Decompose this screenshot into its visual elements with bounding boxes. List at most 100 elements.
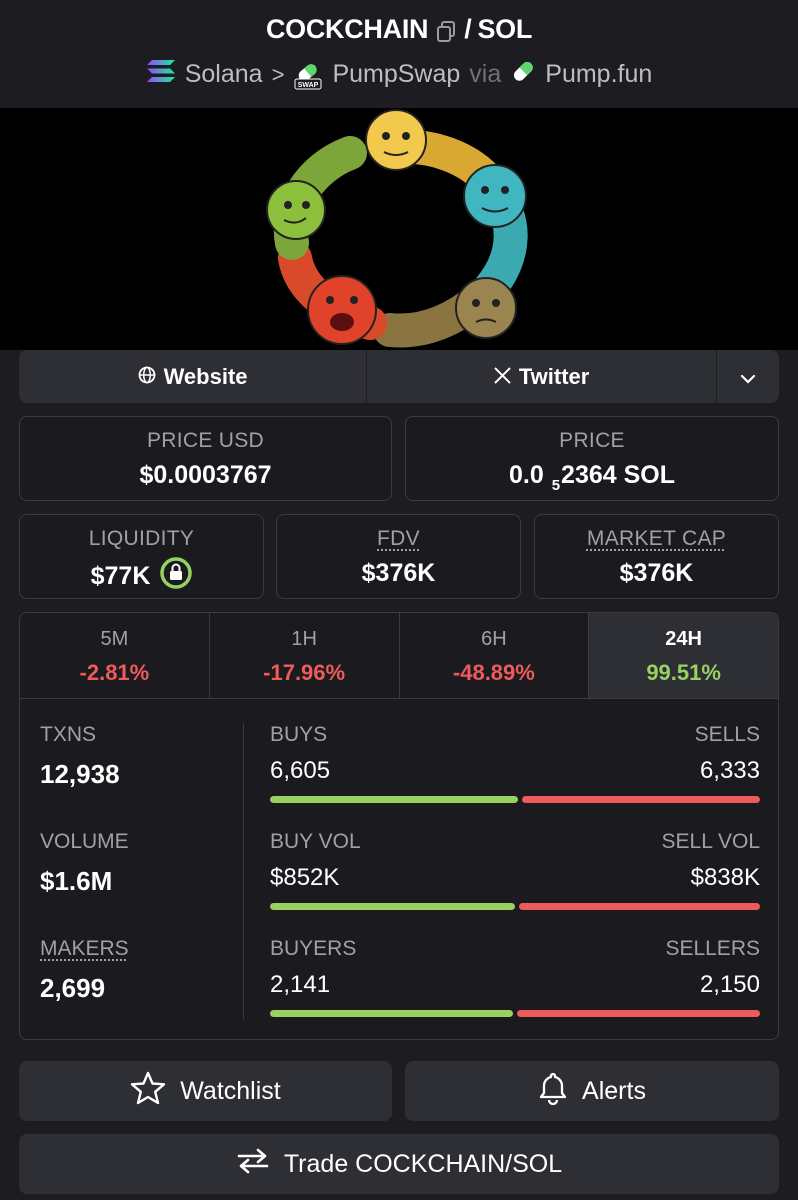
volume-split-row: BUY VOL $852K SELL VOL $838K	[270, 830, 760, 937]
quote-symbol: SOL	[477, 14, 533, 44]
more-links-button[interactable]	[717, 350, 779, 403]
makers-label[interactable]: MAKERS	[40, 937, 240, 961]
volume-value: $1.6M	[40, 866, 113, 896]
trading-stats-panel: 5M -2.81% 1H -17.96% 6H -48.89% 24H 99.5…	[19, 612, 779, 1040]
fdv-label[interactable]: FDV	[277, 527, 520, 551]
pumpswap-badge-text: SWAP	[298, 82, 319, 89]
sell-bar	[522, 796, 760, 803]
totals-column: TXNS 12,938 VOLUME $1.6M MAKERS 2,699	[40, 723, 240, 1039]
price-native-label: PRICE	[559, 429, 625, 452]
tab-24h-label: 24H	[665, 628, 702, 650]
trade-label: Trade COCKCHAIN/SOL	[283, 1149, 563, 1178]
price-usd-label: PRICE USD	[146, 429, 265, 452]
makers-ratio-bar	[270, 1010, 760, 1017]
makers-split-row: BUYERS 2,141 SELLERS 2,150	[270, 937, 760, 1039]
pumpswap-icon: SWAP	[293, 60, 323, 90]
txns-label: TXNS	[40, 723, 97, 746]
price-native-prefix: 0.0	[508, 461, 544, 489]
tab-1h[interactable]: 1H -17.96%	[210, 613, 400, 698]
dex-link[interactable]: PumpSwap	[332, 60, 460, 89]
sells-value: 6,333	[699, 757, 760, 784]
pair-source: Solana > SWAP PumpSwap via Pump.fun	[0, 58, 798, 91]
sellers-value: 2,150	[699, 971, 760, 998]
token-symbol: COCKCHAIN	[265, 14, 429, 44]
price-usd-card: PRICE USD $0.0003767	[19, 416, 392, 501]
txns-value: 12,938	[40, 759, 120, 789]
price-native-card: PRICE 0.0 52364 SOL	[405, 416, 779, 501]
token-banner-image	[0, 108, 798, 374]
price-usd-value: $0.0003767	[139, 461, 272, 489]
sell-vol-value: $838K	[690, 864, 760, 891]
fdv-card: FDV $376K	[276, 514, 521, 599]
x-logo-icon	[494, 364, 511, 390]
pumpfun-icon	[510, 58, 536, 91]
volume-ratio-bar	[270, 903, 760, 910]
liquidity-card: LIQUIDITY $77K	[19, 514, 264, 599]
sell-vol-label: SELL VOL	[661, 830, 760, 853]
chevron-down-icon	[740, 364, 756, 390]
price-native-value: 0.0 52364 SOL	[406, 461, 778, 494]
globe-icon	[138, 364, 156, 390]
liquidity-label: LIQUIDITY	[88, 527, 195, 550]
twitter-label: Twitter	[518, 363, 590, 389]
copy-icon[interactable]	[436, 19, 456, 42]
makers-stat: MAKERS 2,699	[40, 937, 240, 1039]
market-cap-value: $376K	[619, 559, 694, 587]
website-button[interactable]: Website	[19, 350, 368, 403]
tab-6h-label: 6H	[481, 628, 507, 650]
tab-5m-change: -2.81%	[79, 660, 150, 685]
buy-vol-label: BUY VOL	[270, 830, 361, 853]
chain-link[interactable]: Solana	[185, 60, 263, 89]
sellers-bar	[517, 1010, 760, 1017]
price-native-rest: 2364 SOL	[561, 461, 675, 489]
tab-1h-label: 1H	[291, 628, 317, 650]
website-label: Website	[163, 363, 248, 389]
market-cap-card: MARKET CAP $376K	[534, 514, 779, 599]
tab-6h[interactable]: 6H -48.89%	[400, 613, 590, 698]
breadcrumb-chevron: >	[271, 61, 285, 87]
tab-24h[interactable]: 24H 99.51%	[589, 613, 778, 698]
social-links-bar: Website Twitter	[19, 350, 779, 403]
bell-icon	[538, 1071, 568, 1112]
star-icon	[130, 1071, 166, 1112]
buys-label: BUYS	[270, 723, 328, 746]
pair-title: COCKCHAIN / SOL	[0, 14, 798, 45]
buyers-value: 2,141	[270, 971, 331, 998]
txns-ratio-bar	[270, 796, 760, 803]
buys-value: 6,605	[270, 757, 331, 784]
market-cap-label[interactable]: MARKET CAP	[535, 527, 778, 551]
sells-label: SELLS	[694, 723, 760, 746]
alerts-button[interactable]: Alerts	[405, 1061, 779, 1121]
twitter-button[interactable]: Twitter	[367, 350, 718, 403]
watchlist-button[interactable]: Watchlist	[19, 1061, 392, 1121]
lock-icon[interactable]	[160, 557, 193, 596]
txns-stat: TXNS 12,938	[40, 723, 240, 830]
buy-vol-value: $852K	[270, 864, 340, 891]
tab-1h-change: -17.96%	[263, 660, 346, 685]
alerts-label: Alerts	[582, 1076, 646, 1105]
buyers-bar	[270, 1010, 513, 1017]
buys-sells-row: BUYS 6,605 SELLS 6,333	[270, 723, 760, 830]
price-native-zero-count: 5	[551, 477, 561, 494]
buy-sell-column: BUYS 6,605 SELLS 6,333 BUY VOL $852K SELL V…	[270, 723, 760, 1039]
fdv-value: $376K	[361, 559, 436, 587]
stats-divider	[243, 723, 244, 1019]
buy-vol-bar	[270, 903, 515, 910]
solana-icon	[146, 59, 176, 90]
liquidity-value: $77K	[90, 562, 151, 590]
launchpad-link[interactable]: Pump.fun	[545, 60, 652, 89]
makers-value: 2,699	[40, 973, 106, 1003]
liquidity-value-row: $77K	[20, 557, 263, 596]
swap-arrows-icon	[236, 1148, 270, 1181]
tab-5m-label: 5M	[100, 628, 129, 650]
buyers-label: BUYERS	[270, 937, 357, 960]
sell-vol-bar	[519, 903, 760, 910]
pair-header: COCKCHAIN / SOL Solana > SWAP PumpSwap v…	[0, 0, 798, 108]
banner-artwork	[266, 109, 528, 348]
pair-separator: /	[464, 14, 472, 44]
sellers-label: SELLERS	[665, 937, 760, 960]
volume-stat: VOLUME $1.6M	[40, 830, 240, 937]
volume-label: VOLUME	[40, 830, 129, 853]
tab-5m[interactable]: 5M -2.81%	[20, 613, 210, 698]
trade-button[interactable]: Trade COCKCHAIN/SOL	[19, 1134, 779, 1194]
